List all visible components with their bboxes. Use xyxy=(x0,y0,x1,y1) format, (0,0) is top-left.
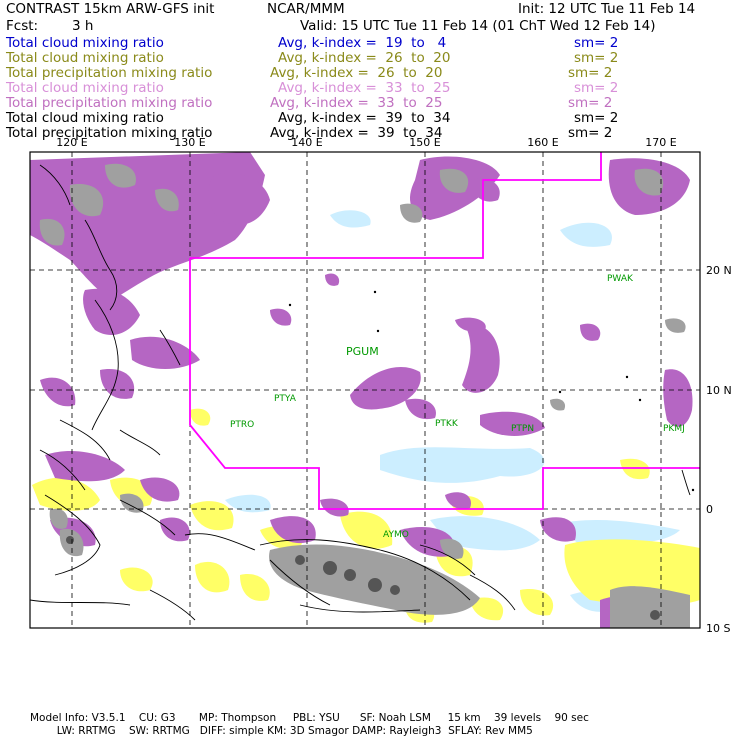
lon-label: 150 E xyxy=(409,136,440,149)
lat-label: 10 S xyxy=(706,622,730,635)
station-label: PTRO xyxy=(230,420,254,430)
lon-label: 130 E xyxy=(174,136,205,149)
station-label: PTPN xyxy=(511,424,534,434)
station-label: PKMJ xyxy=(663,424,685,434)
lat-label: 10 N xyxy=(706,384,732,397)
longitude-labels: 120 E 130 E 140 E 150 E 160 E 170 E xyxy=(56,136,676,149)
model-info-line1: Model Info: V3.5.1 CU: G3 MP: Thompson P… xyxy=(30,712,589,724)
lon-label: 140 E xyxy=(291,136,322,149)
station-label: PGUM xyxy=(346,345,379,358)
lon-label: 160 E xyxy=(527,136,558,149)
station-label: PTKK xyxy=(435,419,459,429)
latitude-labels: 20 N 10 N 0 10 S xyxy=(706,264,732,635)
model-info-line2: LW: RRTMG SW: RRTMG DIFF: simple KM: 3D … xyxy=(30,725,533,737)
weather-map: 120 E 130 E 140 E 150 E 160 E 170 E 20 N… xyxy=(29,136,732,635)
station-label: PTYA xyxy=(274,394,297,404)
lon-label: 120 E xyxy=(56,136,87,149)
lon-label: 170 E xyxy=(645,136,676,149)
lat-label: 0 xyxy=(706,503,713,516)
station-label: PWAK xyxy=(607,274,634,284)
lat-label: 20 N xyxy=(706,264,732,277)
station-label: AYMO xyxy=(383,530,409,540)
